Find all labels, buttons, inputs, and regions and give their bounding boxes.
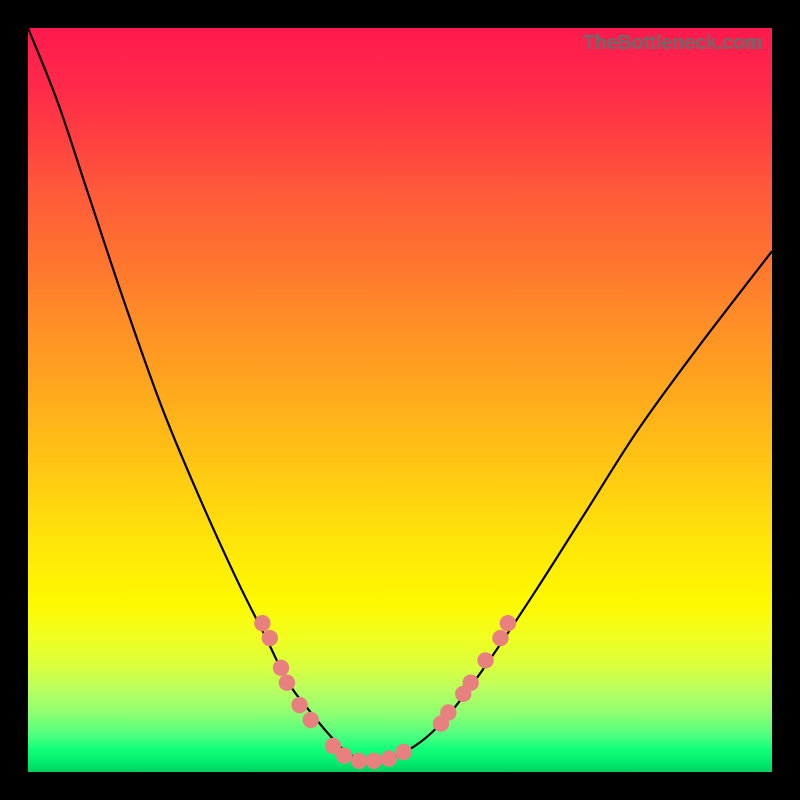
curve-svg — [28, 28, 772, 772]
curve-marker — [366, 753, 382, 769]
curve-marker — [351, 753, 367, 769]
curve-marker — [477, 652, 493, 668]
plot-area: TheBottleneck.com — [28, 28, 772, 772]
curve-marker — [291, 697, 307, 713]
curve-marker — [336, 747, 352, 763]
curve-marker — [381, 750, 397, 766]
curve-marker — [463, 675, 479, 691]
curve-marker — [273, 660, 289, 676]
chart-frame: TheBottleneck.com — [0, 0, 800, 800]
watermark-text: TheBottleneck.com — [583, 32, 762, 55]
curve-marker — [262, 630, 278, 646]
curve-marker — [279, 675, 295, 691]
curve-marker — [254, 615, 270, 631]
curve-marker — [303, 712, 319, 728]
curve-marker — [492, 630, 508, 646]
curve-marker — [440, 704, 456, 720]
bottleneck-curve — [28, 28, 772, 761]
curve-marker — [500, 615, 516, 631]
curve-marker — [396, 744, 412, 760]
